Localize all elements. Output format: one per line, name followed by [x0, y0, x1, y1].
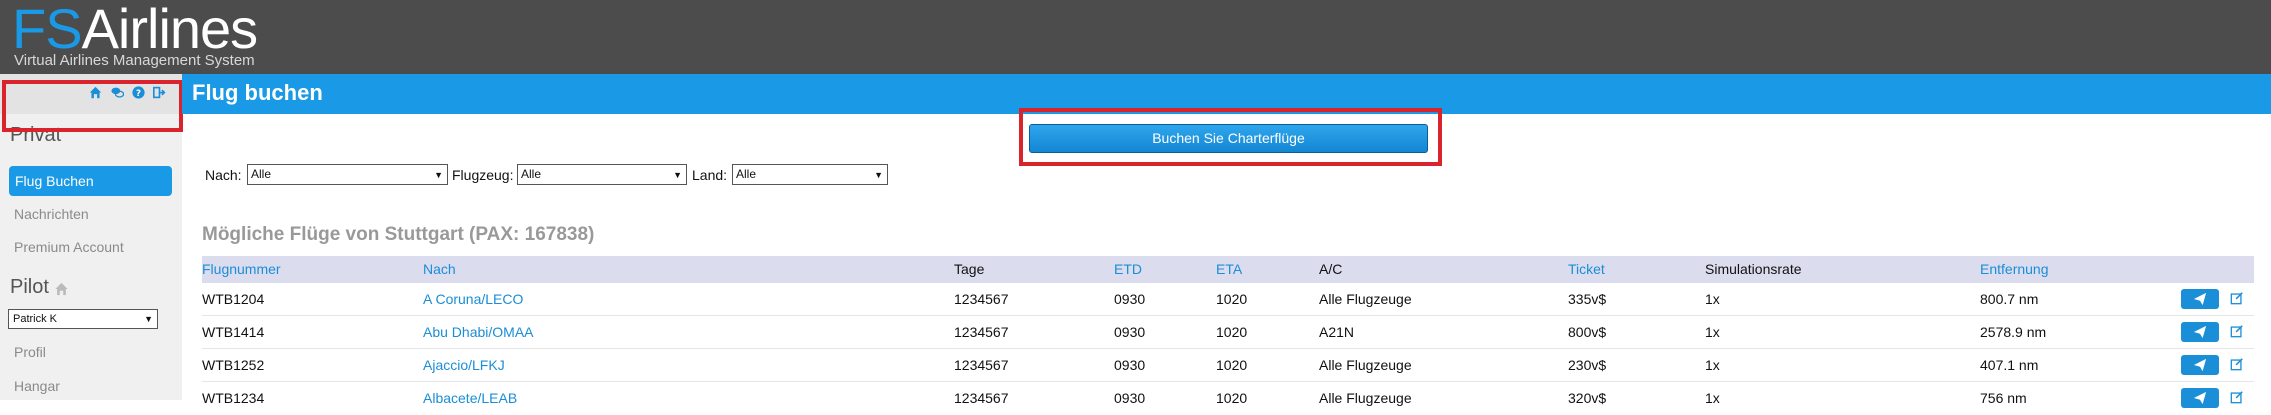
sidebar-item-flug-buchen[interactable]: Flug Buchen [9, 166, 172, 196]
cell-simrate: 1x [1705, 291, 1720, 307]
paper-plane-icon [2193, 391, 2207, 405]
cell-etd: 0930 [1114, 357, 1146, 373]
cell-destination-link[interactable]: Abu Dhabi/OMAA [423, 324, 534, 340]
cell-days: 1234567 [954, 291, 1009, 307]
cell-flight: WTB1234 [202, 390, 265, 406]
cell-ticket: 800v$ [1568, 324, 1607, 340]
table-header: Flugnummer Nach Tage ETD ETA A/C Ticket … [202, 256, 2254, 283]
cell-flight: WTB1252 [202, 357, 265, 373]
book-flight-button[interactable] [2181, 322, 2219, 342]
table-row: WTB1234 Albacete/LEAB 1234567 0930 1020 … [202, 382, 2254, 415]
cell-destination-link[interactable]: Albacete/LEAB [423, 390, 517, 406]
pilot-select-value: Patrick K [13, 313, 58, 325]
pilot-heading: Pilot [10, 276, 49, 298]
cell-ticket: 230v$ [1568, 357, 1607, 373]
col-ticket[interactable]: Ticket [1568, 261, 1605, 277]
cell-etd: 0930 [1114, 390, 1146, 406]
cell-days: 1234567 [954, 324, 1009, 340]
cell-destination-link[interactable]: A Coruna/LECO [423, 291, 523, 307]
highlight-box-sidebar [2, 80, 183, 132]
cell-eta: 1020 [1216, 291, 1248, 307]
pilot-home-icon[interactable] [54, 282, 69, 300]
sidebar-item-nachrichten[interactable]: Nachrichten [14, 206, 89, 222]
cell-eta: 1020 [1216, 357, 1248, 373]
cell-simrate: 1x [1705, 324, 1720, 340]
book-flight-button[interactable] [2181, 355, 2219, 375]
table-row: WTB1414 Abu Dhabi/OMAA 1234567 0930 1020… [202, 316, 2254, 349]
col-nach[interactable]: Nach [423, 261, 456, 277]
filter-land-select[interactable]: Alle ▼ [732, 164, 888, 185]
filter-land-value: Alle [736, 167, 757, 181]
cell-aircraft: Alle Flugzeuge [1319, 390, 1412, 406]
sidebar-item-hangar[interactable]: Hangar [14, 378, 60, 394]
cell-flight: WTB1414 [202, 324, 265, 340]
chevron-down-icon: ▼ [144, 314, 153, 324]
book-flight-button[interactable] [2181, 388, 2219, 408]
filter-nach-select[interactable]: Alle ▼ [247, 164, 448, 185]
cell-distance: 2578.9 nm [1980, 324, 2047, 340]
filter-flugzeug-value: Alle [521, 167, 542, 181]
edit-square-icon[interactable] [2230, 291, 2244, 305]
cell-aircraft: Alle Flugzeuge [1319, 357, 1412, 373]
cell-distance: 756 nm [1980, 390, 2027, 406]
col-simulationsrate: Simulationsrate [1705, 261, 1802, 277]
cell-destination-link[interactable]: Ajaccio/LFKJ [423, 357, 505, 373]
cell-etd: 0930 [1114, 324, 1146, 340]
paper-plane-icon [2193, 358, 2207, 372]
filter-land-label: Land: [692, 167, 728, 183]
page-title: Flug buchen [192, 80, 323, 105]
book-flight-button[interactable] [2181, 289, 2219, 309]
cell-simrate: 1x [1705, 390, 1720, 406]
col-ac: A/C [1319, 261, 1343, 277]
col-etd[interactable]: ETD [1114, 261, 1142, 277]
cell-simrate: 1x [1705, 357, 1720, 373]
chevron-down-icon: ▼ [874, 170, 883, 180]
edit-square-icon[interactable] [2230, 390, 2244, 404]
cell-aircraft: A21N [1319, 324, 1355, 340]
cell-days: 1234567 [954, 390, 1009, 406]
filter-flugzeug-select[interactable]: Alle ▼ [517, 164, 687, 185]
paper-plane-icon [2193, 325, 2207, 339]
filter-flugzeug-label: Flugzeug: [452, 167, 514, 183]
cell-ticket: 335v$ [1568, 291, 1607, 307]
sidebar-item-profil[interactable]: Profil [14, 344, 46, 360]
paper-plane-icon [2193, 292, 2207, 306]
col-eta[interactable]: ETA [1216, 261, 1242, 277]
logo-subtitle: Virtual Airlines Management System [14, 52, 255, 69]
chevron-down-icon: ▼ [673, 170, 682, 180]
sidebar-item-premium-account[interactable]: Premium Account [14, 239, 124, 255]
cell-eta: 1020 [1216, 390, 1248, 406]
app-header: FSAirlines Virtual Airlines Management S… [0, 0, 2271, 74]
cell-etd: 0930 [1114, 291, 1146, 307]
cell-flight: WTB1204 [202, 291, 265, 307]
cell-eta: 1020 [1216, 324, 1248, 340]
edit-square-icon[interactable] [2230, 357, 2244, 371]
cell-aircraft: Alle Flugzeuge [1319, 291, 1412, 307]
cell-distance: 407.1 nm [1980, 357, 2039, 373]
col-entfernung[interactable]: Entfernung [1980, 261, 2049, 277]
logo-airlines: Airlines [81, 0, 259, 60]
logo-fs: FS [12, 0, 83, 60]
cell-distance: 800.7 nm [1980, 291, 2039, 307]
filter-nach-label: Nach: [205, 167, 242, 183]
cell-ticket: 320v$ [1568, 390, 1607, 406]
fsairlines-logo[interactable]: FSAirlines [12, 0, 259, 60]
chevron-down-icon: ▼ [434, 170, 443, 180]
book-charter-button[interactable]: Buchen Sie Charterflüge [1029, 124, 1428, 153]
col-tage: Tage [954, 261, 985, 277]
cell-days: 1234567 [954, 357, 1009, 373]
col-flugnummer[interactable]: Flugnummer [202, 261, 281, 277]
filter-nach-value: Alle [251, 167, 272, 181]
table-row: WTB1252 Ajaccio/LFKJ 1234567 0930 1020 A… [202, 349, 2254, 382]
table-row: WTB1204 A Coruna/LECO 1234567 0930 1020 … [202, 283, 2254, 316]
pilot-select[interactable]: Patrick K ▼ [8, 309, 158, 329]
section-title: Mögliche Flüge von Stuttgart (PAX: 16783… [202, 224, 595, 245]
edit-square-icon[interactable] [2230, 324, 2244, 338]
